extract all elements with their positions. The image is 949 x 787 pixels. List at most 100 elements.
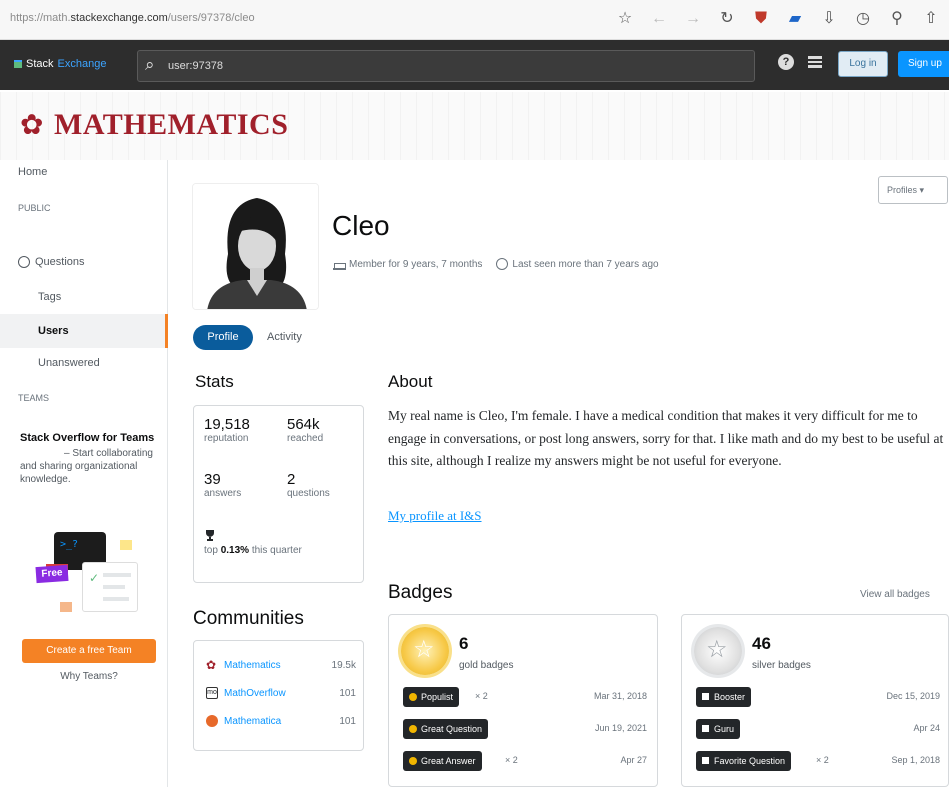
pin-icon[interactable]: ⚲: [887, 8, 907, 30]
badge-pill[interactable]: Booster: [696, 687, 752, 707]
badge-multiplier: × 2: [816, 755, 829, 765]
nav-users[interactable]: Users: [0, 314, 168, 348]
left-sidebar: Home PUBLIC Questions Tags Users Unanswe…: [0, 160, 168, 787]
badge-row: Favorite Question × 2 Sep 1, 2018: [696, 751, 940, 773]
signup-button[interactable]: Sign up: [898, 51, 949, 77]
answers-label: answers: [204, 488, 242, 499]
silver-badge-label: silver badges: [752, 660, 811, 671]
checklist-line: [103, 585, 125, 589]
search-input[interactable]: ⌕ user:97378: [137, 50, 755, 82]
badge-pill[interactable]: Great Answer: [403, 751, 482, 771]
gold-badge-count: 6: [459, 634, 469, 653]
badge-row: Guru Apr 24: [696, 719, 940, 741]
gold-badges-card: ☆ 6 gold badges Populist × 2 Mar 31, 201…: [388, 614, 658, 787]
badge-date: Apr 27: [620, 755, 647, 765]
gold-medal-icon: ☆: [401, 627, 449, 675]
gold-badge-label: gold badges: [459, 660, 514, 671]
silver-square-icon: [702, 757, 709, 764]
login-button[interactable]: Log in: [838, 51, 888, 77]
search-icon: ⌕: [145, 55, 155, 74]
about-profile-link[interactable]: My profile at I&S: [388, 508, 482, 524]
checklist-icon: ✓: [82, 562, 138, 612]
teams-promo-description: – Start collaborating and sharing organi…: [20, 448, 153, 485]
extension-shield-icon[interactable]: ⛊: [751, 8, 771, 30]
stat-reputation: 19,518 reputation: [204, 416, 250, 444]
mathematics-logo-icon: ✿: [20, 109, 44, 140]
silver-square-icon: [702, 725, 709, 732]
reputation-label: reputation: [204, 433, 249, 444]
site-logo[interactable]: ✿ MATHEMATICS: [20, 108, 288, 142]
checklist-line: [103, 597, 129, 601]
create-team-button[interactable]: Create a free Team: [22, 639, 156, 663]
nav-tags[interactable]: Tags: [38, 291, 61, 303]
back-icon[interactable]: ←: [649, 8, 669, 30]
share-icon[interactable]: ⇧: [921, 8, 941, 30]
reload-icon[interactable]: ↻: [717, 8, 737, 30]
communities-heading: Communities: [193, 608, 304, 629]
cake-icon: [333, 259, 346, 270]
site-switcher-icon[interactable]: [808, 56, 822, 68]
top-percentile: top 0.13% this quarter: [204, 545, 302, 556]
badge-row: Booster Dec 15, 2019: [696, 687, 940, 709]
extension-puzzle-icon[interactable]: ▰: [785, 8, 805, 30]
star-icon[interactable]: ☆: [615, 8, 635, 30]
nav-section-public: PUBLIC: [18, 203, 51, 213]
badge-pill[interactable]: Favorite Question: [696, 751, 792, 771]
badges-heading: Badges: [388, 582, 453, 603]
chat-bubble-icon: [60, 602, 72, 612]
logo-exchange-text: Exchange: [57, 58, 107, 70]
url-text[interactable]: https://math.stackexchange.com/users/973…: [10, 12, 255, 24]
why-teams-link[interactable]: Why Teams?: [22, 671, 156, 682]
community-item[interactable]: Mathematica 101: [206, 715, 356, 727]
silver-badges-card: ☆ 46 silver badges Booster Dec 15, 2019 …: [681, 614, 949, 787]
gold-dot-icon: [409, 725, 417, 733]
help-icon[interactable]: ?: [778, 54, 794, 70]
download-icon[interactable]: ⇩: [819, 8, 839, 30]
stats-card: 19,518 reputation 564k reached 39 answer…: [193, 405, 364, 583]
mathoverflow-icon: mo: [206, 687, 218, 699]
silver-square-icon: [702, 693, 709, 700]
nav-home[interactable]: Home: [18, 166, 47, 178]
teams-illustration: >_? Free ✓: [35, 532, 146, 622]
stats-heading: Stats: [195, 372, 234, 391]
community-item[interactable]: ✿ Mathematics 19.5k: [206, 659, 356, 671]
search-value: user:97378: [168, 60, 224, 72]
questions-value: 2: [287, 471, 296, 488]
tab-activity[interactable]: Activity: [267, 331, 302, 343]
badge-pill[interactable]: Populist: [403, 687, 460, 707]
forward-icon[interactable]: →: [683, 8, 703, 30]
nav-unanswered[interactable]: Unanswered: [38, 357, 100, 369]
checklist-line: [103, 573, 131, 577]
badge-pill[interactable]: Guru: [696, 719, 741, 739]
profile-name: Cleo: [332, 210, 390, 241]
badge-date: Sep 1, 2018: [891, 755, 940, 765]
badge-multiplier: × 2: [475, 691, 488, 701]
community-item[interactable]: mo MathOverflow 101: [206, 687, 356, 699]
communities-card: ✿ Mathematics 19.5k mo MathOverflow 101 …: [193, 640, 364, 751]
badge-date: Jun 19, 2021: [594, 723, 647, 733]
sticky-note-icon: [120, 540, 132, 550]
profiles-dropdown[interactable]: Profiles ▾: [878, 176, 948, 204]
reached-label: reached: [287, 433, 324, 444]
badge-row: Populist × 2 Mar 31, 2018: [403, 687, 647, 709]
silver-medal-icon: ☆: [694, 627, 742, 675]
about-heading: About: [388, 372, 433, 391]
teams-promo-title[interactable]: Stack Overflow for Teams: [20, 431, 160, 445]
member-for: Member for 9 years, 7 months: [349, 258, 483, 270]
browser-url-bar[interactable]: https://math.stackexchange.com/users/973…: [0, 0, 949, 40]
nav-questions[interactable]: Questions: [18, 256, 85, 268]
stat-questions: 2 questions: [287, 471, 330, 499]
check-icon: ✓: [89, 571, 100, 585]
history-icon[interactable]: ◷: [853, 8, 873, 30]
gold-dot-icon: [409, 693, 417, 701]
browser-toolbar: ☆ ← → ↻ ⛊ ▰ ⇩ ◷ ⚲ ⇧: [615, 8, 941, 30]
stackexchange-logo[interactable]: Stack Exchange: [14, 58, 106, 70]
badge-pill[interactable]: Great Question: [403, 719, 489, 739]
reputation-value: 19,518: [204, 416, 250, 433]
stat-answers: 39 answers: [204, 471, 241, 499]
tab-profile[interactable]: Profile: [193, 325, 253, 350]
stackexchange-topbar: Stack Exchange ⌕ user:97378 ? Log in Sign…: [0, 40, 949, 90]
avatar: [192, 183, 319, 310]
view-all-badges-link[interactable]: View all badges: [860, 589, 930, 600]
badge-multiplier: × 2: [505, 755, 518, 765]
